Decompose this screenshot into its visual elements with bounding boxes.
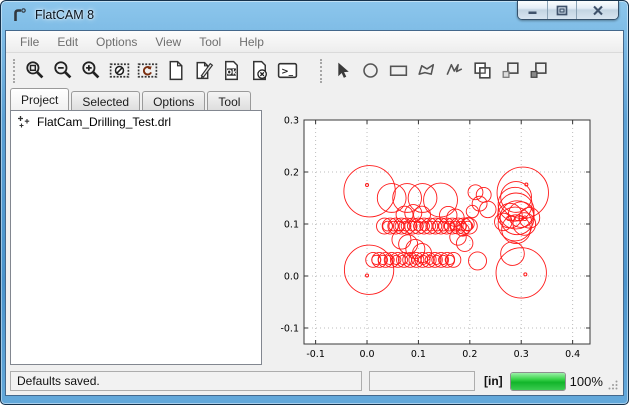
clear-plot-icon — [108, 59, 131, 82]
delete-file-icon — [248, 59, 271, 82]
project-tree[interactable]: FlatCam_Drilling_Test.drl — [10, 110, 262, 365]
svg-text:0.2: 0.2 — [462, 349, 477, 360]
svg-text:0.0: 0.0 — [284, 271, 299, 282]
toolbar-handle[interactable] — [13, 59, 15, 83]
delete-file-button[interactable] — [245, 57, 273, 85]
draw-polyline-button[interactable] — [440, 57, 468, 85]
plot-panel[interactable]: -0.1 0.0 0.1 0.2 0.3 0.4 -0.1 0.0 0.1 0.2 0.3 — [264, 87, 623, 367]
svg-text:0.4: 0.4 — [565, 349, 580, 360]
left-panel: Project Selected Options Tool FlatCam_Dr… — [6, 87, 264, 367]
close-button[interactable] — [576, 1, 618, 19]
svg-text:0.3: 0.3 — [514, 349, 529, 360]
copy-icon — [499, 59, 522, 82]
svg-text:-0.1: -0.1 — [306, 349, 325, 360]
menu-edit[interactable]: Edit — [48, 32, 87, 52]
zoom-in-icon — [80, 59, 103, 82]
draw-circle-button[interactable] — [356, 57, 384, 85]
main-area: Project Selected Options Tool FlatCam_Dr… — [6, 87, 623, 367]
status-message-panel: Defaults saved. — [10, 371, 362, 391]
window-controls — [517, 1, 619, 20]
menu-file[interactable]: File — [11, 32, 48, 52]
minimize-button[interactable] — [518, 1, 547, 19]
clear-plot-button[interactable] — [105, 57, 133, 85]
zoom-in-button[interactable] — [77, 57, 105, 85]
tree-item-drill-file[interactable]: FlatCam_Drilling_Test.drl — [11, 111, 261, 131]
shell-icon: >_ — [276, 59, 299, 82]
menu-options[interactable]: Options — [87, 32, 146, 52]
ok-file-button[interactable]: Ok — [217, 57, 245, 85]
toolbar-handle-2[interactable] — [320, 59, 322, 83]
menu-help[interactable]: Help — [230, 32, 273, 52]
ok-file-icon: Ok — [220, 59, 243, 82]
toolbar: Ok >_ — [6, 54, 623, 87]
menu-view[interactable]: View — [146, 32, 190, 52]
select-arrow-icon — [331, 59, 354, 82]
statusbar: Defaults saved. [in] 100% — [6, 367, 623, 395]
app-icon — [11, 7, 28, 24]
union-icon — [471, 59, 494, 82]
draw-polygon-button[interactable] — [412, 57, 440, 85]
plot-canvas[interactable]: -0.1 0.0 0.1 0.2 0.3 0.4 -0.1 0.0 0.1 0.2 0.3 — [264, 94, 620, 366]
edit-file-button[interactable] — [189, 57, 217, 85]
excellon-drill-icon — [17, 115, 31, 129]
menu-tool[interactable]: Tool — [190, 32, 230, 52]
resize-grip[interactable] — [607, 379, 619, 391]
tab-options[interactable]: Options — [142, 91, 205, 110]
svg-text:0.1: 0.1 — [284, 219, 299, 230]
svg-text:0.0: 0.0 — [359, 349, 374, 360]
subtract-icon — [527, 59, 550, 82]
zoom-fit-button[interactable] — [21, 57, 49, 85]
replot-icon — [136, 59, 159, 82]
zoom-out-icon — [52, 59, 75, 82]
status-secondary-panel — [369, 371, 475, 391]
close-icon — [592, 5, 604, 16]
select-tool-button[interactable] — [328, 57, 356, 85]
new-file-button[interactable] — [161, 57, 189, 85]
svg-text:0.2: 0.2 — [284, 167, 299, 178]
circle-tool-icon — [359, 59, 382, 82]
polyline-tool-icon — [443, 59, 466, 82]
tab-bar: Project Selected Options Tool — [10, 89, 253, 110]
menubar: File Edit Options View Tool Help — [6, 31, 623, 53]
zoom-fit-icon — [24, 59, 47, 82]
tab-project[interactable]: Project — [10, 88, 69, 110]
rectangle-tool-icon — [387, 59, 410, 82]
shell-icon-text: >_ — [281, 67, 293, 77]
subtract-tool-button[interactable] — [524, 57, 552, 85]
replot-button[interactable] — [133, 57, 161, 85]
svg-text:0.3: 0.3 — [284, 116, 299, 127]
ok-icon-text: Ok — [226, 68, 237, 76]
svg-text:-0.1: -0.1 — [280, 323, 299, 334]
titlebar[interactable]: FlatCAM 8 — [1, 1, 628, 30]
zoom-out-button[interactable] — [49, 57, 77, 85]
svg-text:0.1: 0.1 — [411, 349, 426, 360]
copy-tool-button[interactable] — [496, 57, 524, 85]
polygon-tool-icon — [415, 59, 438, 82]
tab-tool[interactable]: Tool — [207, 91, 251, 110]
units-label: [in] — [484, 374, 503, 388]
minimize-icon — [527, 5, 539, 15]
edit-file-icon — [192, 59, 215, 82]
maximize-button[interactable] — [547, 1, 576, 19]
union-tool-button[interactable] — [468, 57, 496, 85]
shell-button[interactable]: >_ — [273, 57, 301, 85]
tab-selected[interactable]: Selected — [71, 91, 140, 110]
progress-percent: 100% — [570, 374, 603, 389]
client-area: File Edit Options View Tool Help — [5, 30, 624, 396]
maximize-icon — [556, 5, 568, 16]
tree-item-label: FlatCam_Drilling_Test.drl — [37, 115, 171, 129]
status-message: Defaults saved. — [17, 374, 100, 388]
app-window: FlatCAM 8 File Edit Options View — [0, 0, 629, 405]
draw-rectangle-button[interactable] — [384, 57, 412, 85]
new-file-icon — [164, 59, 187, 82]
progress-fill — [511, 373, 565, 390]
progress-bar — [510, 372, 566, 391]
window-title: FlatCAM 8 — [35, 8, 94, 22]
